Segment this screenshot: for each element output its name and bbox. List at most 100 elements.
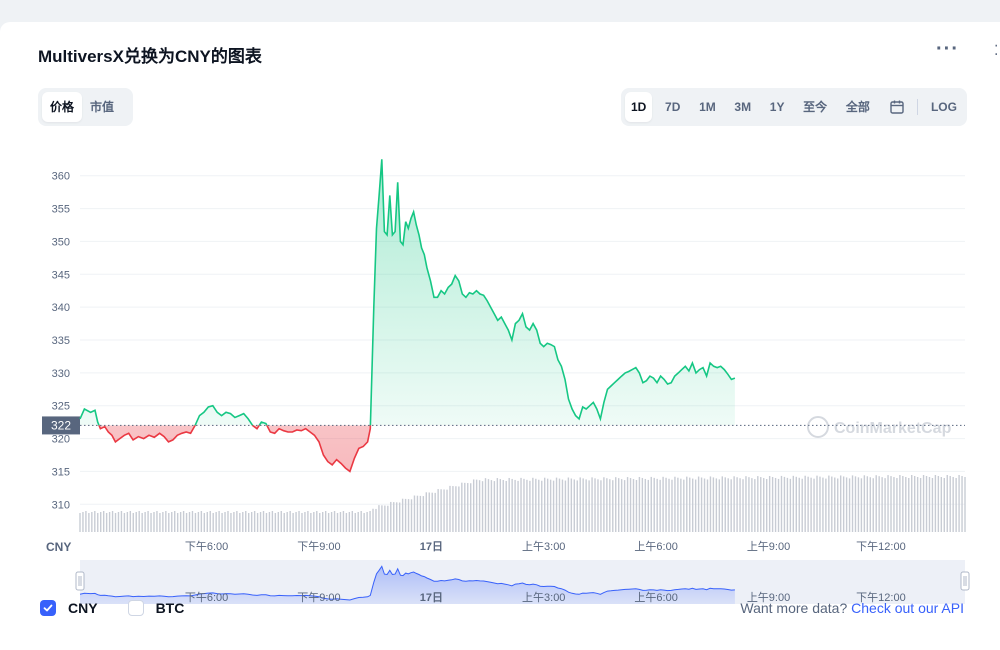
api-link[interactable]: Check out our API xyxy=(851,600,964,616)
volume-bar xyxy=(478,480,481,532)
volume-bar xyxy=(274,513,277,532)
y-tick-label: 315 xyxy=(52,466,70,478)
navigator-handle-left[interactable] xyxy=(75,571,85,591)
view-toggle-marketcap[interactable]: 市值 xyxy=(82,92,122,122)
volume-bar xyxy=(792,475,795,532)
volume-bar xyxy=(635,480,638,532)
volume-bar xyxy=(851,475,854,532)
volume-bar xyxy=(961,476,963,532)
volume-bar xyxy=(262,511,265,532)
navigator-handle-right[interactable] xyxy=(960,571,970,591)
volume-bar xyxy=(443,489,445,532)
range-3m[interactable]: 3M xyxy=(728,92,757,122)
volume-bar xyxy=(396,502,398,532)
volume-bar xyxy=(156,511,158,532)
navigator-tick-label: 上午3:00 xyxy=(522,591,565,604)
view-toggle-price[interactable]: 价格 xyxy=(42,92,83,122)
volume-bar xyxy=(751,478,753,532)
volume-bar xyxy=(724,477,726,532)
volume-bar xyxy=(647,479,649,532)
volume-bar xyxy=(875,475,877,532)
volume-bar xyxy=(567,477,570,532)
volume-bar xyxy=(434,492,436,532)
volume-bar xyxy=(233,512,235,532)
volume-bar xyxy=(105,513,108,532)
watermark-text: CoinMarketCap xyxy=(834,420,952,437)
volume-bar xyxy=(218,511,220,532)
volume-bar xyxy=(242,512,244,532)
more-dots-icon[interactable]: ··· xyxy=(936,38,959,61)
range-selector: 1D 7D 1M 3M 1Y 至今 全部 LOG xyxy=(621,88,967,126)
volume-bar xyxy=(561,479,564,532)
volume-bar xyxy=(212,513,214,532)
checkbox-checked-icon[interactable] xyxy=(40,600,56,616)
volume-bar xyxy=(354,513,356,532)
volume-bar xyxy=(200,511,203,532)
volume-bar xyxy=(185,513,188,532)
watermark: CoinMarketCap xyxy=(807,416,952,438)
log-toggle[interactable]: LOG xyxy=(925,92,963,122)
volume-bar xyxy=(913,476,916,532)
volume-bar xyxy=(683,479,685,532)
volume-bar xyxy=(943,478,945,532)
volume-bar xyxy=(573,479,575,532)
volume-bar xyxy=(245,511,247,532)
volume-bar xyxy=(268,512,271,532)
volume-bar xyxy=(881,477,883,532)
range-all[interactable]: 全部 xyxy=(840,92,876,122)
volume-bar xyxy=(250,512,253,532)
volume-bar xyxy=(298,511,300,532)
volume-bar xyxy=(612,480,614,532)
volume-bar xyxy=(842,476,845,532)
volume-bar xyxy=(626,477,629,532)
baseline-label: 322 xyxy=(51,418,71,432)
volume-bar xyxy=(857,477,860,532)
volume-bar xyxy=(206,512,208,532)
range-1m[interactable]: 1M xyxy=(693,92,722,122)
calendar-icon[interactable] xyxy=(883,92,911,122)
volume-bar xyxy=(863,475,866,532)
volume-bar xyxy=(623,480,626,532)
checkbox-unchecked-icon[interactable] xyxy=(127,600,144,616)
volume-bar xyxy=(925,476,928,532)
volume-bar xyxy=(712,477,715,532)
range-ytd[interactable]: 至今 xyxy=(797,92,833,122)
volume-bar xyxy=(147,511,149,532)
volume-bar xyxy=(437,489,439,532)
volume-bar xyxy=(609,479,611,532)
volume-bar xyxy=(514,479,516,532)
volume-bar xyxy=(697,476,700,532)
volume-bar xyxy=(558,478,561,532)
y-tick-label: 330 xyxy=(52,368,70,380)
volume-bar xyxy=(828,475,830,532)
volume-bar xyxy=(452,486,454,532)
range-7d[interactable]: 7D xyxy=(659,92,686,122)
range-1d[interactable]: 1D xyxy=(625,92,653,122)
volume-bar xyxy=(535,478,537,532)
volume-bar xyxy=(301,513,303,532)
volume-bar xyxy=(253,511,256,532)
range-1y[interactable]: 1Y xyxy=(764,92,791,122)
volume-bar xyxy=(771,476,774,532)
volume-bar xyxy=(493,481,496,532)
volume-bar xyxy=(384,505,386,532)
volume-bar xyxy=(366,512,368,532)
volume-bar xyxy=(419,495,422,532)
volume-bar xyxy=(887,475,889,532)
volume-bar xyxy=(310,513,312,532)
volume-bar xyxy=(100,512,102,532)
legend-item-cny[interactable]: CNY xyxy=(40,600,98,616)
volume-bar xyxy=(461,482,463,532)
volume-bar xyxy=(203,513,206,532)
volume-bar xyxy=(283,513,285,532)
volume-bar xyxy=(620,479,623,532)
volume-bar xyxy=(339,512,342,532)
volume-bar xyxy=(748,477,750,532)
x-tick-label: 17日 xyxy=(420,540,443,553)
volume-bar xyxy=(594,478,596,532)
volume-bar xyxy=(345,513,348,532)
volume-bar xyxy=(576,480,578,532)
volume-bar xyxy=(834,477,836,532)
volume-bar xyxy=(644,478,647,532)
legend-item-btc[interactable]: BTC xyxy=(127,600,184,616)
